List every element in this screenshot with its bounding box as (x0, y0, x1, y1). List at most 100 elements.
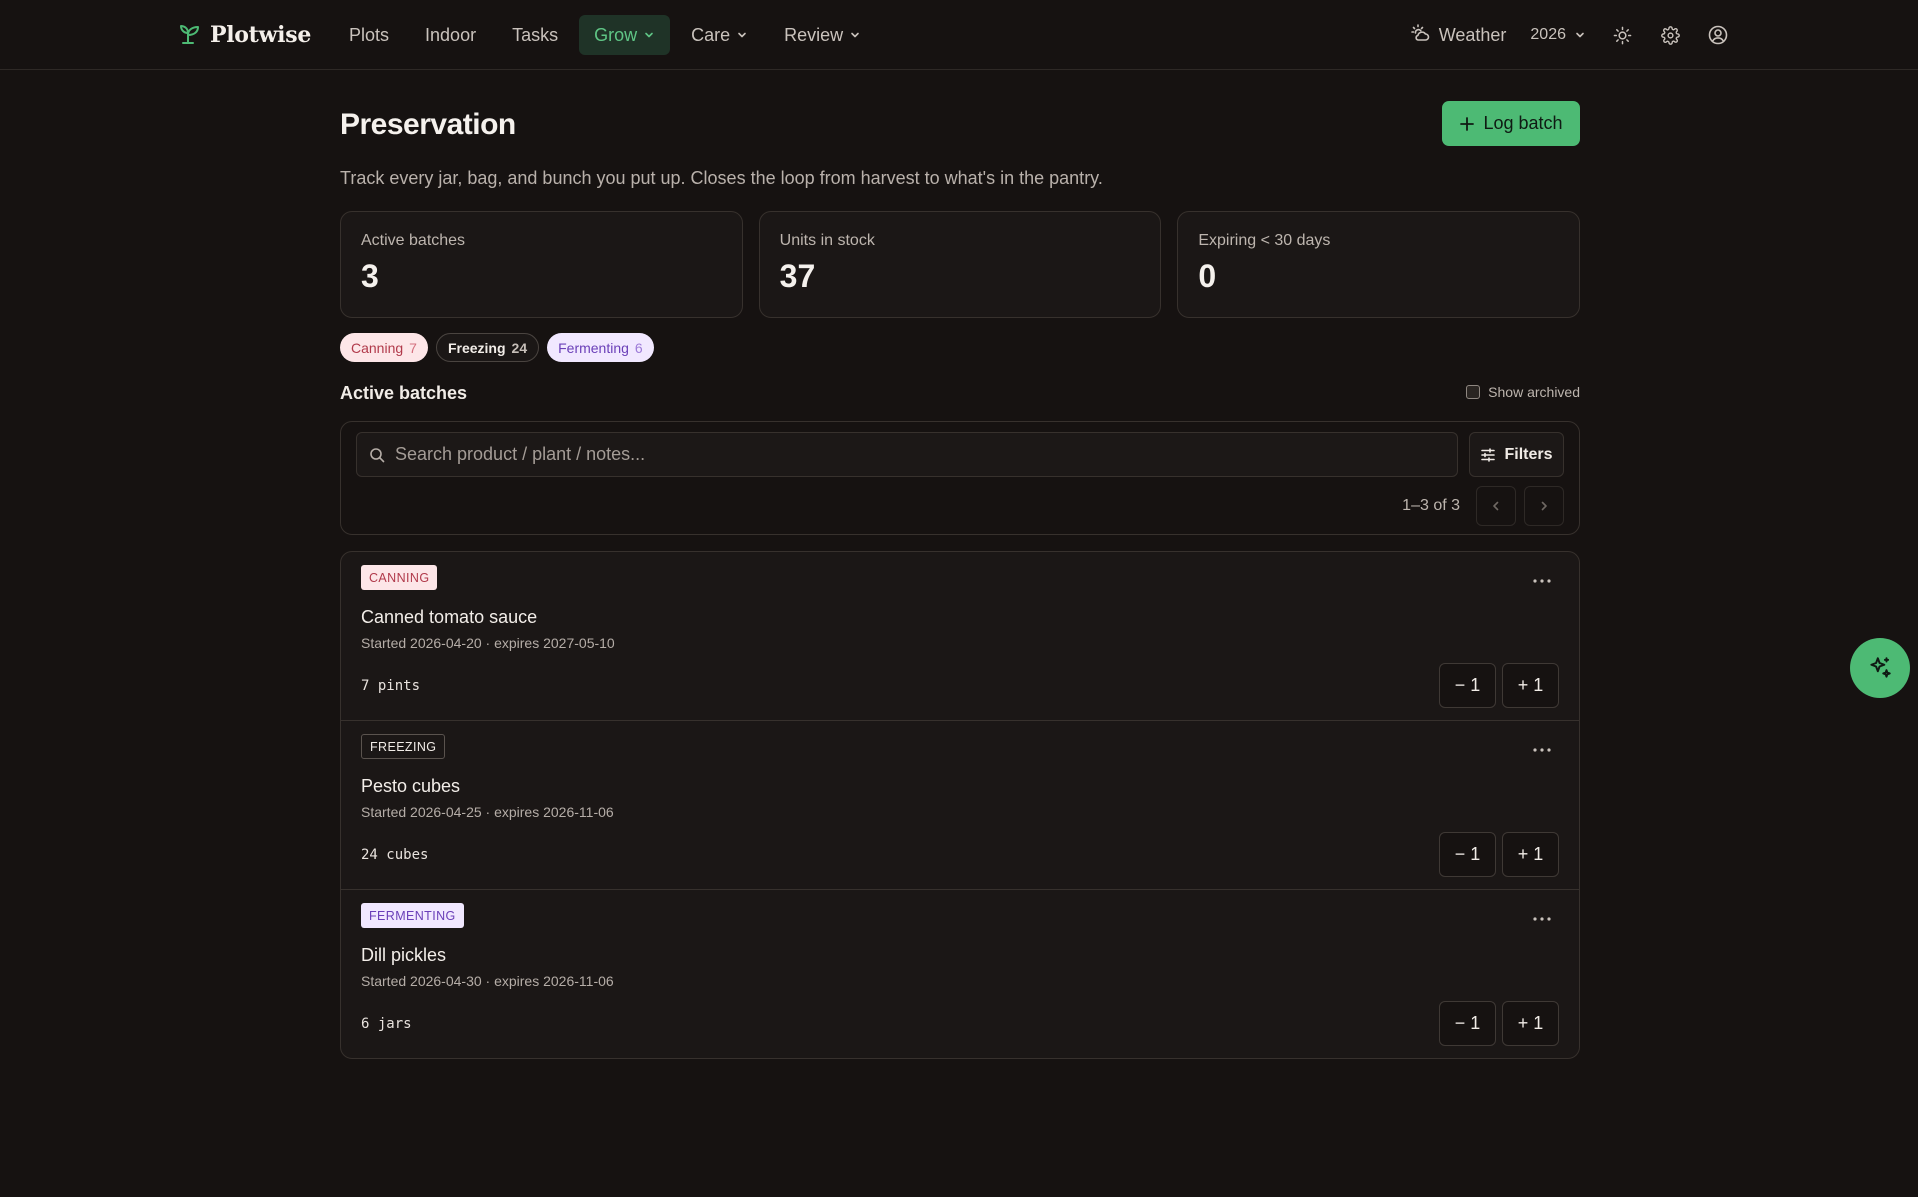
filters-button[interactable]: Filters (1469, 432, 1564, 477)
more-horizontal-icon (1533, 748, 1551, 752)
batch-row[interactable]: FERMENTING Dill pickles Started 2026-04-… (341, 890, 1579, 1058)
weather-button[interactable]: Weather (1403, 15, 1515, 55)
sun-icon (1613, 26, 1631, 44)
stat-value: 3 (361, 258, 379, 294)
nav-right: Weather 2026 (1403, 15, 1738, 55)
nav-review[interactable]: Review (769, 15, 876, 55)
top-navbar: Plotwise Plots Indoor Tasks Grow Care Re… (0, 0, 1918, 70)
search-box (356, 432, 1458, 477)
pager-range: 1–3 of 3 (1402, 497, 1460, 514)
chevron-down-icon (1576, 32, 1584, 38)
batch-row[interactable]: CANNING Canned tomato sauce Started 2026… (341, 552, 1579, 721)
chip-label: Canning (351, 339, 404, 356)
decrement-button[interactable]: − 1 (1439, 1001, 1496, 1046)
chip-freezing[interactable]: Freezing 24 (435, 333, 540, 362)
batch-dates: Started 2026-04-25 · expires 2026-11-06 (361, 804, 614, 820)
search-input[interactable] (395, 444, 1435, 465)
nav-label: Review (784, 24, 844, 45)
user-circle-icon (1708, 25, 1728, 45)
method-tag: FREEZING (361, 734, 446, 759)
chip-label: Freezing (447, 339, 506, 356)
stat-card-expiring: Expiring < 30 days 0 (1177, 211, 1581, 318)
nav-grow[interactable]: Grow (579, 15, 671, 55)
batch-list: CANNING Canned tomato sauce Started 2026… (340, 551, 1580, 1059)
chevron-down-icon (738, 32, 746, 38)
stat-label: Active batches (361, 232, 466, 249)
pagination: 1–3 of 3 (1402, 486, 1564, 526)
chevron-left-icon (1493, 501, 1499, 511)
settings-button[interactable] (1650, 15, 1690, 55)
cloud-sun-icon (1410, 23, 1431, 48)
show-archived-toggle[interactable]: Show archived (1466, 384, 1580, 400)
stat-label: Expiring < 30 days (1198, 232, 1331, 249)
decrement-button[interactable]: − 1 (1439, 832, 1496, 877)
plus-icon (1460, 116, 1475, 131)
chip-count: 24 (511, 339, 528, 356)
method-chips: Canning 7 Freezing 24 Fermenting 6 (340, 333, 654, 362)
nav-label: Care (691, 24, 731, 45)
batch-title: Dill pickles (361, 945, 447, 965)
chevron-down-icon (851, 32, 859, 38)
chip-canning[interactable]: Canning 7 (340, 333, 428, 362)
log-batch-label: Log batch (1483, 113, 1563, 133)
method-tag: CANNING (361, 565, 438, 590)
increment-button[interactable]: + 1 (1502, 1001, 1559, 1046)
quantity-stepper: − 1 + 1 (1439, 663, 1559, 708)
brand-name: Plotwise (210, 22, 312, 48)
batch-quantity: 7 pints (361, 678, 421, 694)
row-menu-button[interactable] (1527, 568, 1557, 594)
nav-indoor[interactable]: Indoor (410, 15, 491, 55)
stat-card-active-batches: Active batches 3 (340, 211, 743, 318)
row-menu-button[interactable] (1527, 737, 1557, 763)
method-tag: FERMENTING (361, 903, 464, 928)
account-button[interactable] (1698, 15, 1738, 55)
chip-count: 6 (634, 339, 643, 356)
sliders-icon (1481, 447, 1496, 462)
stat-value: 0 (1198, 258, 1217, 294)
chip-fermenting[interactable]: Fermenting 6 (547, 333, 654, 362)
assistant-fab[interactable] (1850, 638, 1910, 698)
more-horizontal-icon (1533, 917, 1551, 921)
chip-label: Fermenting (558, 339, 629, 356)
page-subtitle: Track every jar, bag, and bunch you put … (340, 168, 1103, 188)
sparkles-icon (1870, 657, 1891, 678)
main-nav: Plots Indoor Tasks Grow Care Review (334, 15, 876, 55)
year-label: 2026 (1530, 26, 1566, 43)
stat-card-units-in-stock: Units in stock 37 (758, 211, 1162, 318)
batch-title: Canned tomato sauce (361, 607, 538, 627)
brand[interactable]: Plotwise (180, 20, 311, 50)
theme-toggle[interactable] (1602, 15, 1642, 55)
quantity-stepper: − 1 + 1 (1439, 1001, 1559, 1046)
chevron-down-icon (645, 32, 653, 38)
nav-tasks[interactable]: Tasks (497, 15, 573, 55)
batch-quantity: 24 cubes (361, 847, 429, 863)
show-archived-label: Show archived (1488, 384, 1580, 400)
weather-label: Weather (1438, 24, 1507, 45)
nav-care[interactable]: Care (676, 15, 763, 55)
stat-value: 37 (779, 258, 816, 294)
nav-label: Grow (594, 24, 638, 45)
gear-icon (1660, 25, 1680, 45)
nav-label: Indoor (425, 24, 477, 45)
stats-row: Active batches 3 Units in stock 37 Expir… (340, 211, 1581, 318)
show-archived-checkbox[interactable] (1466, 385, 1481, 399)
stat-label: Units in stock (779, 232, 875, 249)
row-menu-button[interactable] (1527, 906, 1557, 932)
increment-button[interactable]: + 1 (1502, 663, 1559, 708)
batch-quantity: 6 jars (361, 1016, 412, 1032)
decrement-button[interactable]: − 1 (1439, 663, 1496, 708)
batch-row[interactable]: FREEZING Pesto cubes Started 2026-04-25 … (341, 721, 1579, 890)
filters-label: Filters (1504, 445, 1553, 463)
batch-title: Pesto cubes (361, 776, 461, 796)
nav-plots[interactable]: Plots (334, 15, 404, 55)
sprout-icon (180, 22, 200, 49)
next-page-button[interactable] (1524, 486, 1564, 526)
log-batch-button[interactable]: Log batch (1442, 101, 1580, 146)
search-icon (370, 447, 385, 462)
section-title: Active batches (340, 383, 468, 403)
batch-dates: Started 2026-04-30 · expires 2026-11-06 (361, 973, 614, 989)
increment-button[interactable]: + 1 (1502, 832, 1559, 877)
batch-dates: Started 2026-04-20 · expires 2027-05-10 (361, 635, 615, 651)
year-select[interactable]: 2026 (1522, 15, 1594, 55)
prev-page-button[interactable] (1476, 486, 1516, 526)
